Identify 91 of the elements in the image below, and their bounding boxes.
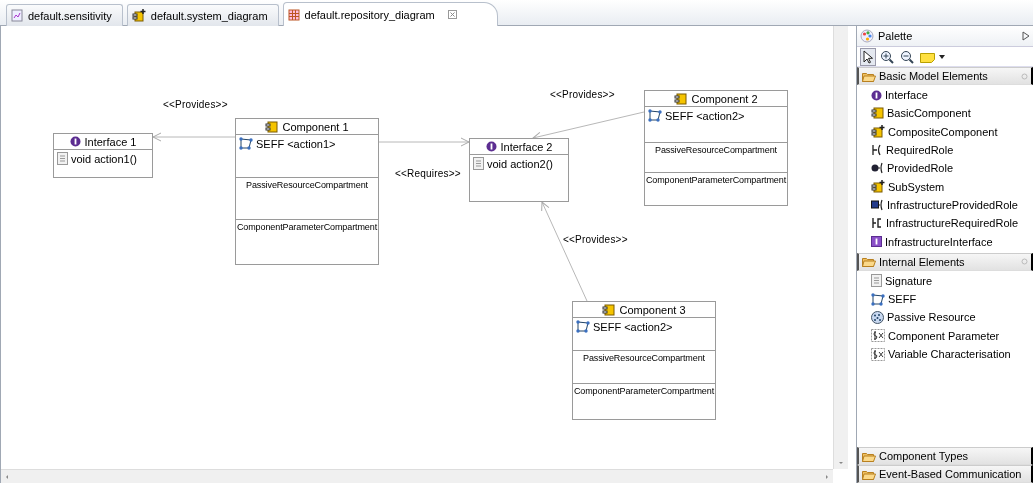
circle-icon — [871, 89, 882, 101]
pointer-icon — [862, 49, 874, 64]
pin-icon[interactable] — [1021, 258, 1028, 266]
palette-item[interactable]: BasicComponent — [871, 104, 975, 123]
palette-group-header[interactable]: Internal Elements — [857, 252, 1033, 271]
pin-icon[interactable] — [1021, 72, 1028, 80]
connector-label: <<Provides>> — [163, 99, 228, 110]
connector-label: <<Requires>> — [395, 168, 461, 179]
variable-icon — [871, 347, 885, 361]
node-title: Component 3 — [619, 303, 686, 316]
grid-icon — [287, 8, 300, 21]
seff-row[interactable]: SEFF <action1> — [236, 135, 339, 152]
component-plus-icon — [871, 125, 885, 139]
component-icon — [871, 107, 884, 120]
circle-icon — [69, 136, 81, 147]
list-icon — [473, 157, 484, 170]
palette-item[interactable]: RequiredRole — [871, 140, 958, 160]
palette-item[interactable]: Variable Characterisation — [871, 344, 1015, 364]
palette-item[interactable]: Interface — [871, 86, 932, 105]
palette-item[interactable]: ProvidedRole — [871, 159, 958, 178]
bracket-icon — [871, 217, 883, 230]
palette-group-header[interactable]: Component Types — [857, 447, 1033, 465]
dropdown-caret-icon[interactable] — [939, 54, 945, 59]
square-bracket-icon — [871, 198, 884, 211]
component-plus-icon — [871, 180, 885, 194]
compartment-title: ComponentParameterCompartment — [236, 221, 378, 232]
palette-item[interactable]: InfrastructureProvidedRole — [871, 195, 1022, 215]
node-title: Interface 2 — [500, 140, 553, 153]
component-node[interactable]: Component 3 SEFF <action2> PassiveResourceCompartment ComponentParameterCompartment — [572, 301, 716, 420]
square-icon — [871, 236, 882, 247]
collapse-arrow-icon[interactable] — [1022, 31, 1030, 41]
folder-icon — [862, 468, 876, 480]
palette-group-header[interactable]: Basic Model Elements — [857, 67, 1033, 85]
editor-tab[interactable]: default.system_diagram — [126, 4, 279, 26]
node-graph-icon — [648, 109, 662, 122]
component-node[interactable]: Component 2 SEFF <action2> PassiveResourceCompartment ComponentParameterCompartment — [644, 90, 788, 206]
dotted-circle-icon — [871, 310, 884, 324]
tool-button[interactable] — [860, 47, 876, 66]
vertical-scrollbar[interactable] — [833, 26, 848, 469]
component-icon — [265, 120, 279, 133]
chart-document-icon — [11, 9, 23, 22]
palette-item[interactable]: SEFF — [871, 289, 921, 309]
palette-item[interactable]: SubSystem — [871, 177, 949, 196]
component-plus-icon — [131, 9, 146, 22]
folder-icon — [862, 70, 876, 82]
folder-icon — [862, 450, 876, 462]
palette-group-header[interactable]: Event-Based Communication — [857, 465, 1033, 483]
node-graph-icon — [576, 320, 590, 333]
list-icon — [57, 152, 68, 165]
editor-tab[interactable]: default.repository_diagram — [282, 2, 498, 26]
zoom-in-icon — [880, 49, 894, 64]
seff-row[interactable]: SEFF <action2> — [645, 107, 748, 124]
node-title: Component 2 — [691, 92, 758, 105]
palette-item[interactable]: Passive Resource — [871, 308, 980, 327]
compartment-title: PassiveResourceCompartment — [655, 144, 777, 155]
interface-node[interactable]: Interface 2 void action2() — [469, 138, 569, 202]
component-node[interactable]: Component 1 SEFF <action1> PassiveResourceCompartment ComponentParameterCompartment — [235, 118, 379, 265]
palette-item[interactable]: CompositeComponent — [871, 122, 1002, 141]
bracket-icon — [871, 144, 883, 157]
palette-item[interactable]: Signature — [871, 271, 937, 290]
operation-row[interactable]: void action2() — [470, 155, 557, 172]
palette-item[interactable]: Component Parameter — [871, 326, 1004, 345]
connector-label: <<Provides>> — [563, 234, 628, 245]
palette-title: Palette — [878, 30, 914, 42]
palette-item[interactable]: InfrastructureRequiredRole — [871, 214, 1023, 233]
node-graph-icon — [871, 292, 885, 306]
node-title: Component 1 — [282, 120, 349, 133]
palette-icon — [860, 29, 874, 43]
zoom-out-icon — [900, 49, 914, 64]
node-graph-icon — [239, 137, 253, 150]
horizontal-scrollbar[interactable] — [1, 469, 833, 483]
circle-icon — [485, 141, 497, 152]
palette-item[interactable]: InfrastructureInterface — [871, 232, 997, 251]
folder-icon — [862, 256, 876, 268]
variable-icon — [871, 329, 885, 343]
compartment-title: ComponentParameterCompartment — [645, 174, 787, 185]
operation-row[interactable]: void action1() — [54, 150, 141, 167]
editor-tab[interactable]: default.sensitivity — [6, 4, 123, 26]
component-icon — [674, 92, 688, 105]
seff-row[interactable]: SEFF <action2> — [573, 318, 676, 335]
ball-bracket-icon — [871, 162, 884, 175]
compartment-title: PassiveResourceCompartment — [246, 179, 368, 190]
list-icon — [871, 274, 882, 288]
component-icon — [602, 303, 616, 316]
compartment-title: ComponentParameterCompartment — [573, 385, 715, 396]
note-icon — [920, 50, 935, 63]
node-title: Interface 1 — [84, 135, 137, 148]
close-icon[interactable] — [447, 10, 457, 19]
compartment-title: PassiveResourceCompartment — [583, 352, 705, 363]
connector-label: <<Provides>> — [550, 89, 615, 100]
interface-node[interactable]: Interface 1 void action1() — [53, 133, 153, 178]
